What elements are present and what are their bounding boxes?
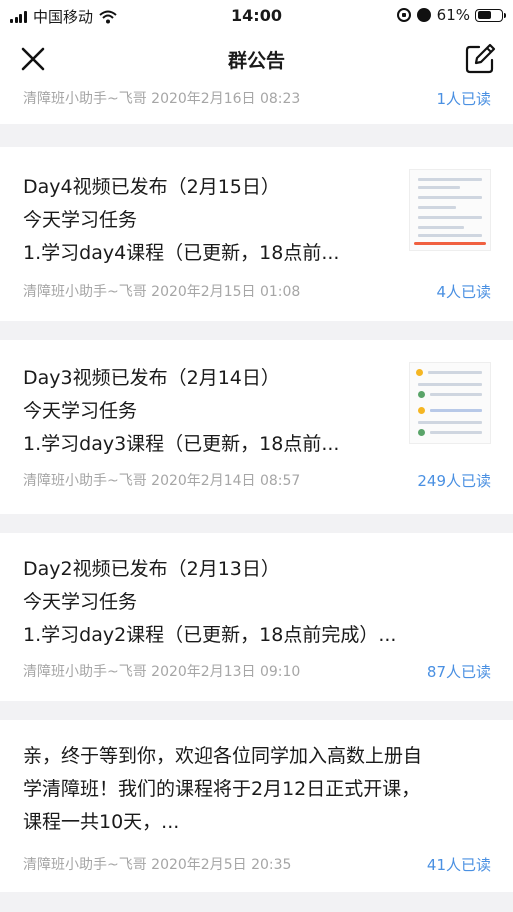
announcement-card[interactable]: 亲，终于等到你，欢迎各位同学加入高数上册自 学清障班！我们的课程将于2月12日正… — [0, 720, 513, 892]
read-count[interactable]: 249人已读 — [417, 470, 491, 491]
announcement-title: 亲，终于等到你，欢迎各位同学加入高数上册自 — [23, 745, 423, 767]
battery-icon — [475, 8, 506, 22]
announcement-line: 1.学习day4课程（已更新，18点前... — [23, 242, 340, 264]
announcement-meta: 清障班小助手~飞哥 2020年2月14日 08:57 249人已读 — [23, 470, 491, 490]
nav-bar: 群公告 — [0, 34, 513, 84]
announcement-author-date: 清障班小助手~飞哥 2020年2月5日 20:35 — [23, 857, 292, 873]
announcement-author-date: 清障班小助手~飞哥 2020年2月16日 08:23 — [23, 91, 301, 107]
announcement-meta: 清障班小助手~飞哥 2020年2月15日 01:08 4人已读 — [23, 281, 491, 301]
announcement-meta: 清障班小助手~飞哥 2020年2月5日 20:35 41人已读 — [23, 854, 491, 874]
announcement-author-date: 清障班小助手~飞哥 2020年2月14日 08:57 — [23, 473, 301, 489]
announcement-line: 今天学习任务 — [23, 400, 138, 422]
status-right: 61% — [396, 6, 506, 24]
announcement-content: Day3视频已发布（2月14日） 今天学习任务 1.学习day3课程（已更新，1… — [23, 362, 373, 461]
status-bar: 中国移动 14:00 61% — [0, 0, 513, 34]
announcement-title: Day4视频已发布（2月15日） — [23, 176, 280, 198]
announcement-meta: 清障班小助手~飞哥 2020年2月16日 08:23 1人已读 — [23, 88, 491, 108]
announcement-card[interactable]: Day3视频已发布（2月14日） 今天学习任务 1.学习day3课程（已更新，1… — [0, 340, 513, 514]
announcement-thumbnail[interactable] — [409, 362, 491, 444]
announcement-content: Day2视频已发布（2月13日） 今天学习任务 1.学习day2课程（已更新，1… — [23, 553, 493, 652]
announcement-author-date: 清障班小助手~飞哥 2020年2月13日 09:10 — [23, 664, 301, 680]
announcement-card[interactable]: Day2视频已发布（2月13日） 今天学习任务 1.学习day2课程（已更新，1… — [0, 533, 513, 701]
announcement-content: Day4视频已发布（2月15日） 今天学习任务 1.学习day4课程（已更新，1… — [23, 171, 373, 270]
read-count[interactable]: 4人已读 — [436, 281, 491, 302]
announcement-title: Day2视频已发布（2月13日） — [23, 558, 280, 580]
announcement-line: 今天学习任务 — [23, 591, 138, 613]
rotation-lock-icon — [396, 8, 411, 22]
announcement-card[interactable]: Day4视频已发布（2月15日） 今天学习任务 1.学习day4课程（已更新，1… — [0, 147, 513, 321]
announcement-line: 今天学习任务 — [23, 209, 138, 231]
announcement-line: 1.学习day3课程（已更新，18点前... — [23, 433, 340, 455]
announcement-author-date: 清障班小助手~飞哥 2020年2月15日 01:08 — [23, 284, 301, 300]
alarm-icon — [416, 8, 431, 22]
page-title: 群公告 — [227, 50, 285, 72]
compose-icon[interactable] — [463, 42, 497, 76]
announcement-line: 课程一共10天，... — [23, 811, 180, 833]
announcement-thumbnail[interactable] — [409, 169, 491, 251]
announcement-content: 亲，终于等到你，欢迎各位同学加入高数上册自 学清障班！我们的课程将于2月12日正… — [23, 740, 493, 839]
read-count[interactable]: 1人已读 — [436, 88, 491, 109]
announcement-line: 1.学习day2课程（已更新，18点前完成）... — [23, 624, 397, 646]
announcement-card[interactable]: 清障班小助手~飞哥 2020年2月16日 08:23 1人已读 — [0, 84, 513, 124]
announcement-title: Day3视频已发布（2月14日） — [23, 367, 280, 389]
battery-percent: 61% — [436, 6, 470, 24]
read-count[interactable]: 87人已读 — [427, 661, 491, 682]
announcement-line: 学清障班！我们的课程将于2月12日正式开课， — [23, 778, 421, 800]
announcement-meta: 清障班小助手~飞哥 2020年2月13日 09:10 87人已读 — [23, 661, 491, 681]
read-count[interactable]: 41人已读 — [427, 854, 491, 875]
